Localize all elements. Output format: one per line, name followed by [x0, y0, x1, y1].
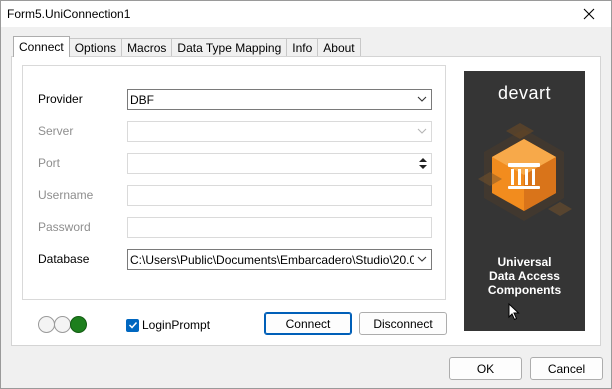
banner-line-1: Universal: [497, 255, 552, 269]
banner-caption: Universal Data Access Components: [464, 255, 585, 297]
provider-value: DBF: [130, 93, 154, 107]
ok-button[interactable]: OK: [449, 357, 522, 380]
tab-macros[interactable]: Macros: [121, 38, 173, 57]
checkbox-checked-icon[interactable]: [126, 318, 139, 332]
title-bar[interactable]: Form5.UniConnection1: [1, 1, 611, 27]
connection-status-indicators: [38, 316, 87, 333]
disconnect-button[interactable]: Disconnect: [359, 312, 447, 335]
tab-about[interactable]: About: [317, 38, 361, 57]
close-button[interactable]: [567, 1, 611, 27]
tab-options[interactable]: Options: [68, 38, 123, 57]
devart-banner: devart Universal Data Access Components: [464, 71, 585, 331]
username-field[interactable]: [127, 185, 432, 206]
status-led-3: [70, 316, 87, 333]
password-label: Password: [38, 220, 91, 234]
banner-line-3: Components: [487, 283, 562, 297]
status-led-1: [38, 316, 55, 333]
tab-connect[interactable]: Connect: [13, 36, 70, 57]
spin-arrows-icon[interactable]: [417, 156, 429, 171]
connect-tab-page: Provider DBF Server Port Username Passwo…: [11, 56, 601, 346]
database-value: C:\Users\Public\Documents\Embarcadero\St…: [130, 253, 414, 267]
login-prompt-checkbox[interactable]: LoginPrompt: [126, 318, 210, 332]
provider-label: Provider: [38, 92, 83, 106]
provider-select[interactable]: DBF: [127, 89, 432, 110]
chevron-down-icon: [417, 96, 427, 102]
login-prompt-label: LoginPrompt: [142, 318, 211, 332]
devart-logo: devart: [497, 83, 552, 103]
tab-info[interactable]: Info: [286, 38, 319, 57]
port-label: Port: [38, 156, 61, 170]
tab-strip: Connect Options Macros Data Type Mapping…: [13, 36, 361, 57]
status-led-2: [54, 316, 71, 333]
database-label: Database: [38, 252, 90, 266]
tab-data-type-mapping[interactable]: Data Type Mapping: [171, 38, 288, 57]
unidac-hexagon-icon: [478, 123, 572, 221]
connect-button[interactable]: Connect: [264, 312, 352, 335]
password-field[interactable]: [127, 217, 432, 238]
server-select[interactable]: [127, 121, 432, 142]
window-title: Form5.UniConnection1: [7, 7, 131, 21]
chevron-down-icon: [417, 128, 427, 134]
cancel-button[interactable]: Cancel: [530, 357, 603, 380]
chevron-down-icon: [417, 256, 427, 262]
port-spin-field[interactable]: [127, 153, 432, 174]
connection-settings-group: Provider DBF Server Port Username Passwo…: [22, 65, 446, 300]
username-label: Username: [38, 188, 94, 202]
dialog-window: Form5.UniConnection1 Connect Options Mac…: [0, 0, 612, 389]
server-label: Server: [38, 124, 74, 138]
mouse-cursor-icon: [508, 303, 520, 321]
close-icon: [583, 8, 595, 20]
database-select[interactable]: C:\Users\Public\Documents\Embarcadero\St…: [127, 249, 432, 270]
banner-line-2: Data Access: [489, 269, 560, 283]
